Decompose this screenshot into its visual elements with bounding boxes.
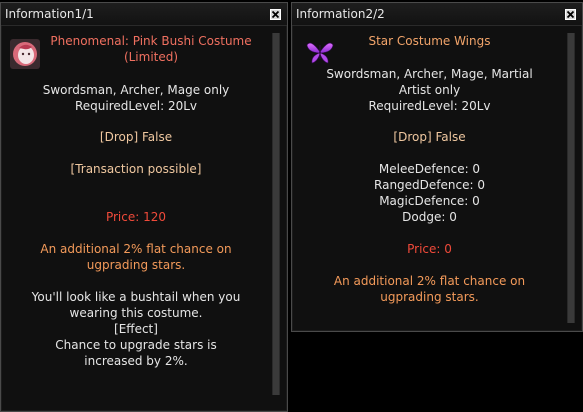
information-window-1: Information1/1 Phenomenal: Pink Bushi Co… xyxy=(0,2,288,412)
drop-status: [Drop] False xyxy=(99,130,173,144)
item-name: Star Costume Wings xyxy=(368,34,491,48)
description-line-2: wearing this costume. xyxy=(69,306,203,320)
window-title: Information2/2 xyxy=(296,7,385,21)
close-button[interactable] xyxy=(565,9,576,20)
scrollbar-thumb[interactable] xyxy=(568,33,574,323)
scrollbar[interactable] xyxy=(272,33,280,395)
bonus-line-1: An additional 2% flat chance on xyxy=(40,242,232,256)
item-name-line-2: (Limited) xyxy=(123,50,179,64)
transaction-status: [Transaction possible] xyxy=(70,162,202,176)
window-title: Information1/1 xyxy=(5,7,94,21)
price: Price: 120 xyxy=(105,210,167,224)
required-level: RequiredLevel: 20Lv xyxy=(75,99,197,113)
dodge: Dodge: 0 xyxy=(402,210,457,224)
titlebar[interactable]: Information2/2 xyxy=(292,3,582,26)
class-restriction-line-1: Swordsman, Archer, Mage, Martial xyxy=(326,67,533,81)
bonus-line-2: ugprading stars. xyxy=(86,258,186,272)
price: Price: 0 xyxy=(407,242,452,256)
bonus-line-2: ugprading stars. xyxy=(380,290,479,304)
class-restriction-line-2: Artist only xyxy=(398,83,461,97)
description-line-1: You'll look like a bushtail when you xyxy=(31,290,241,304)
bonus-line-1: An additional 2% flat chance on xyxy=(333,274,526,288)
melee-defence: MeleeDefence: 0 xyxy=(378,162,481,176)
scrollbar[interactable] xyxy=(567,33,575,323)
description-line-5: increased by 2%. xyxy=(84,354,188,368)
ranged-defence: RangedDefence: 0 xyxy=(374,178,485,192)
scrollbar-thumb[interactable] xyxy=(273,33,279,395)
required-level: RequiredLevel: 20Lv xyxy=(368,99,491,113)
titlebar[interactable]: Information1/1 xyxy=(1,3,287,26)
screen: Information1/1 Phenomenal: Pink Bushi Co… xyxy=(0,0,583,412)
description-line-3: [Effect] xyxy=(114,322,158,336)
drop-status: [Drop] False xyxy=(393,130,466,144)
information-window-2: Information2/2 Star Costume Wings Swords… xyxy=(291,2,583,332)
description-line-4: Chance to upgrade stars is xyxy=(55,338,217,352)
class-restriction: Swordsman, Archer, Mage only xyxy=(42,83,230,97)
close-x-icon xyxy=(271,10,280,19)
close-x-icon xyxy=(566,10,575,19)
magic-defence: MagicDefence: 0 xyxy=(379,194,480,208)
item-name-line-1: Phenomenal: Pink Bushi Costume xyxy=(50,34,252,48)
close-button[interactable] xyxy=(270,9,281,20)
